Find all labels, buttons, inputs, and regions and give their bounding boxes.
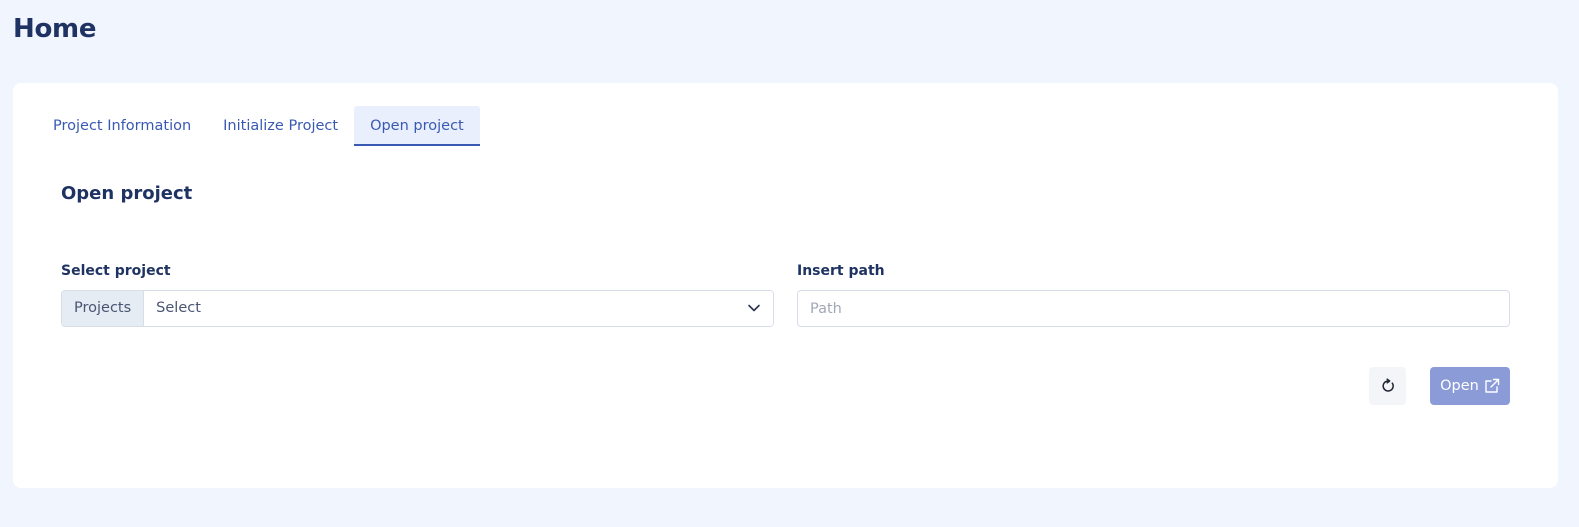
tab-open-project[interactable]: Open project — [354, 106, 480, 146]
tab-project-information[interactable]: Project Information — [37, 106, 207, 146]
external-link-icon — [1485, 378, 1500, 393]
refresh-icon — [1381, 378, 1394, 392]
select-project-label: Select project — [61, 263, 171, 279]
insert-path-label: Insert path — [797, 263, 885, 279]
section-title: Open project — [61, 183, 193, 204]
project-select-group: Projects Select — [61, 290, 774, 327]
path-input[interactable] — [797, 290, 1510, 327]
page-title: Home — [13, 14, 97, 44]
chevron-down-icon — [748, 304, 760, 312]
open-button[interactable]: Open — [1430, 367, 1510, 405]
main-card: Project Information Initialize Project O… — [13, 83, 1558, 488]
refresh-button[interactable] — [1369, 367, 1406, 405]
project-select[interactable]: Select — [144, 291, 773, 326]
tab-bar: Project Information Initialize Project O… — [37, 106, 480, 146]
project-select-value: Select — [156, 300, 201, 316]
projects-addon: Projects — [62, 291, 145, 326]
open-button-label: Open — [1440, 378, 1479, 394]
tab-initialize-project[interactable]: Initialize Project — [207, 106, 354, 146]
